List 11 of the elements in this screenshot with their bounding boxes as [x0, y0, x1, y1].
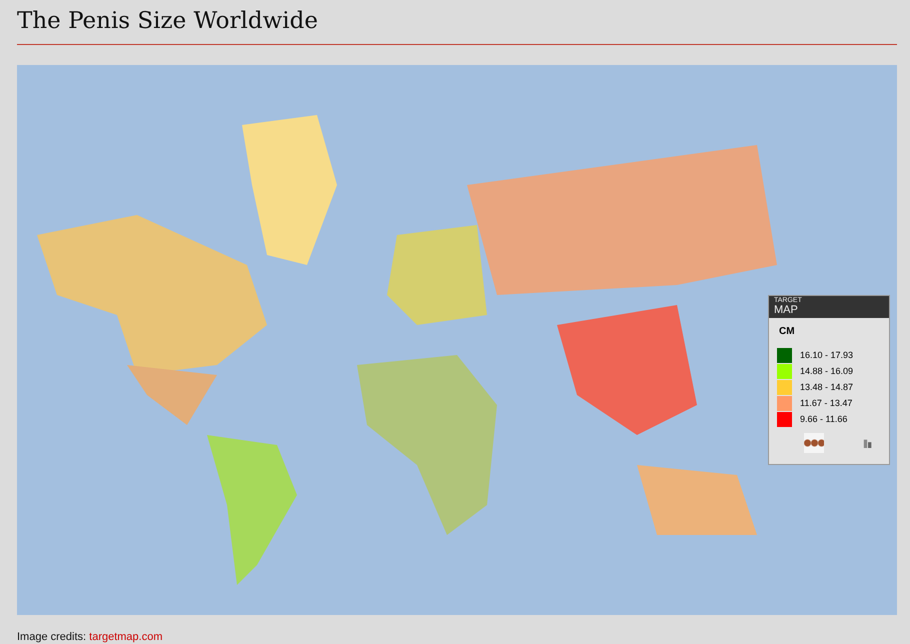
bar-chart-icon[interactable]	[863, 437, 873, 449]
image-credits: Image credits: targetmap.com	[17, 631, 164, 643]
page-title: The Penis Size Worldwide	[17, 7, 319, 36]
legend-label: 11.67 - 13.47	[800, 398, 852, 408]
legend-label: 16.10 - 17.93	[800, 350, 854, 360]
legend-unit: CM	[778, 325, 796, 339]
thumbnail-icon[interactable]	[804, 433, 824, 453]
legend-label: 9.66 - 11.66	[800, 414, 848, 424]
legend-label: 14.88 - 16.09	[800, 366, 854, 376]
legend-label: 13.48 - 14.87	[800, 382, 854, 392]
credits-link[interactable]: targetmap.com	[89, 631, 163, 643]
